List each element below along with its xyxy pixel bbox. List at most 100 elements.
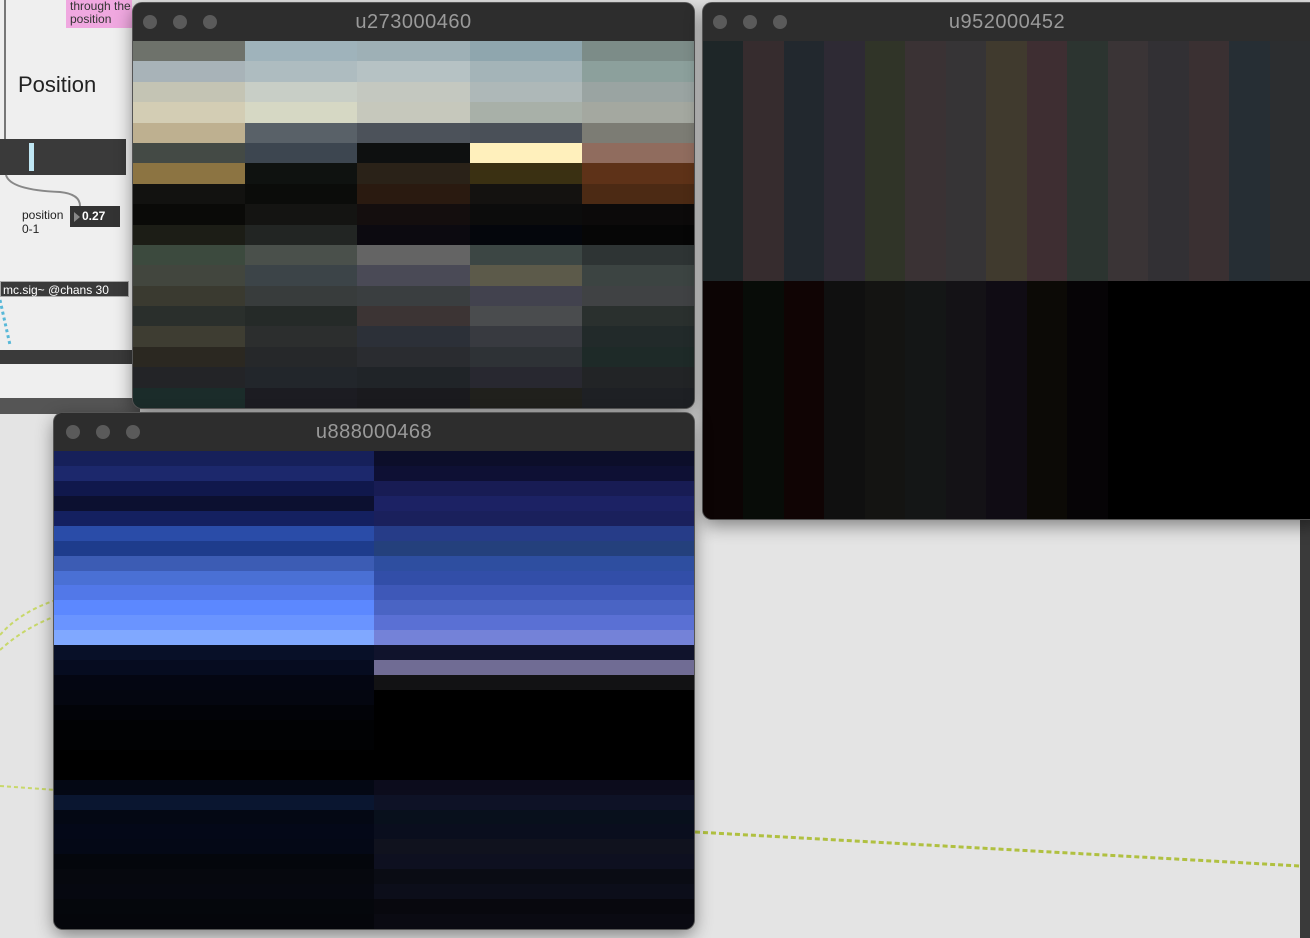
pixel-cell <box>54 600 375 616</box>
pixel-cell <box>54 541 375 557</box>
pixel-cell <box>1270 41 1310 281</box>
pixel-cell <box>374 854 694 870</box>
pixel-cell <box>703 281 745 519</box>
pixel-cell <box>582 367 694 389</box>
pixel-cell <box>374 824 694 840</box>
pixel-cell <box>1229 281 1271 519</box>
pixel-cell <box>582 225 694 247</box>
pixel-cell <box>470 347 584 369</box>
pixel-cell <box>54 735 375 751</box>
pixel-cell <box>54 884 375 900</box>
pixel-cell <box>357 102 471 124</box>
window-titlebar[interactable]: u273000460 <box>133 3 694 42</box>
pixel-cell <box>374 615 694 631</box>
pixel-cell <box>784 41 826 281</box>
pixel-cell <box>357 367 471 389</box>
pixel-cell <box>582 286 694 308</box>
pixel-cell <box>374 720 694 736</box>
window-titlebar[interactable]: u952000452 <box>703 3 1310 42</box>
pixel-cell <box>374 600 694 616</box>
pixel-cell <box>1148 41 1190 281</box>
pixel-cell <box>374 556 694 572</box>
pixel-cell <box>54 645 375 661</box>
pixel-cell <box>357 82 471 104</box>
pixel-cell <box>374 780 694 796</box>
pixel-cell <box>245 347 359 369</box>
pixel-cell <box>470 225 584 247</box>
pixel-cell <box>374 869 694 885</box>
pixel-cell <box>54 526 375 542</box>
pixel-cell <box>470 102 584 124</box>
pixel-cell <box>357 61 471 83</box>
window-title: u273000460 <box>355 11 472 33</box>
pixel-cell <box>1189 41 1231 281</box>
jit-window-3[interactable]: u888000468 <box>54 413 694 929</box>
pixel-cell <box>374 660 694 676</box>
jit-window-1[interactable]: u273000460 <box>133 3 694 408</box>
pixel-cell <box>245 143 359 165</box>
pixel-cell <box>54 585 375 601</box>
pixel-cell <box>54 899 375 915</box>
pixel-cell <box>784 281 826 519</box>
pixel-cell <box>743 41 785 281</box>
pixel-cell <box>245 225 359 247</box>
pixel-cell <box>374 645 694 661</box>
pixel-cell <box>245 102 359 124</box>
pixel-cell <box>1189 281 1231 519</box>
pixel-cell <box>133 265 247 287</box>
pixel-cell <box>357 204 471 226</box>
pixel-cell <box>374 765 694 781</box>
pixel-cell <box>357 184 471 206</box>
pixel-cell <box>582 102 694 124</box>
pixel-cell <box>133 143 247 165</box>
pixel-cell <box>470 326 584 348</box>
pixel-cell <box>133 388 247 408</box>
pixel-cell <box>582 306 694 328</box>
pixel-cell <box>133 123 247 145</box>
pixel-cell <box>865 281 907 519</box>
pixel-cell <box>582 123 694 145</box>
pixel-cell <box>374 541 694 557</box>
pixel-cell <box>357 123 471 145</box>
pixel-cell <box>54 869 375 885</box>
pixel-cell <box>865 41 907 281</box>
pixel-cell <box>1067 41 1109 281</box>
pixel-cell <box>245 163 359 185</box>
pixel-cell <box>374 750 694 766</box>
pixel-cell <box>54 690 375 706</box>
pixel-cell <box>470 306 584 328</box>
pixel-cell <box>133 204 247 226</box>
pixel-cell <box>470 61 584 83</box>
pixel-cell <box>54 511 375 527</box>
pixel-cell <box>54 481 375 497</box>
pixel-cell <box>582 347 694 369</box>
pixel-cell <box>582 163 694 185</box>
pixel-cell <box>245 123 359 145</box>
pixel-cell <box>905 41 947 281</box>
pixel-cell <box>582 245 694 267</box>
pixel-cell <box>986 41 1028 281</box>
pixel-cell <box>245 61 359 83</box>
jit-window-2[interactable]: u952000452 <box>703 3 1310 519</box>
window-titlebar[interactable]: u888000468 <box>54 413 694 452</box>
pixel-cell <box>54 720 375 736</box>
pixel-cell <box>357 225 471 247</box>
pixel-cell <box>374 585 694 601</box>
pixel-cell <box>470 123 584 145</box>
pixel-cell <box>374 795 694 811</box>
pixel-cell <box>582 143 694 165</box>
pixel-cell <box>245 184 359 206</box>
pixel-cell <box>54 451 375 467</box>
window-title: u888000468 <box>315 421 433 443</box>
pixel-cell <box>470 163 584 185</box>
pixel-cell <box>374 630 694 646</box>
video-display <box>54 451 694 929</box>
pixel-cell <box>905 281 947 519</box>
pixel-cell <box>54 854 375 870</box>
pixel-cell <box>582 204 694 226</box>
pixel-cell <box>133 245 247 267</box>
pixel-cell <box>470 184 584 206</box>
pixel-cell <box>470 388 584 408</box>
pixel-cell <box>582 61 694 83</box>
green-cable-right <box>694 830 1301 868</box>
